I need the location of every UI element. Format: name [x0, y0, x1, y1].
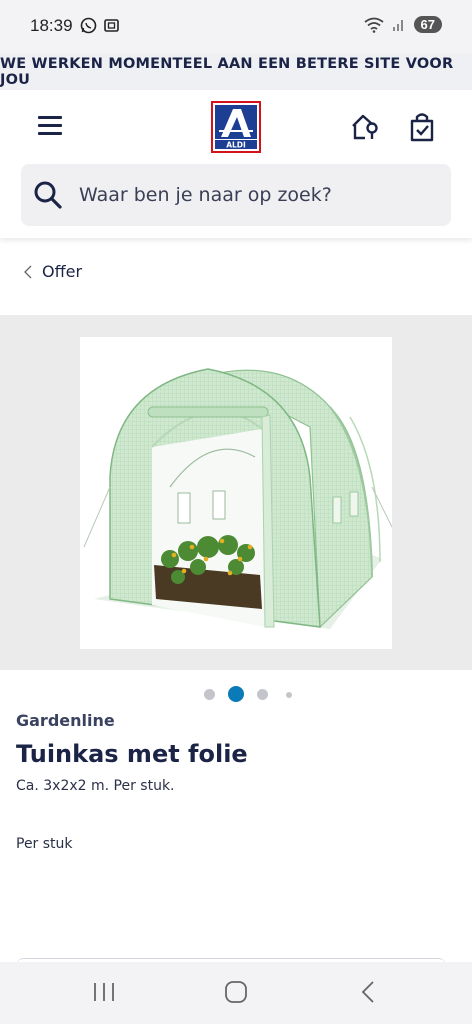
product-unit: Per stuk: [16, 836, 73, 852]
menu-icon[interactable]: [38, 116, 62, 136]
wifi-icon: [363, 17, 384, 33]
carousel-dots: [0, 685, 472, 703]
recents-button[interactable]: [92, 980, 116, 1004]
carousel-dot[interactable]: [286, 691, 292, 698]
carousel-dot[interactable]: [257, 689, 268, 700]
aldi-logo[interactable]: ALDI: [211, 101, 261, 153]
search-bar[interactable]: Waar ben je naar op zoek?: [21, 164, 451, 226]
product-image[interactable]: [80, 337, 392, 649]
product-title: Tuinkas met folie: [16, 740, 248, 768]
store-locator-icon[interactable]: [350, 113, 380, 141]
status-icons: [80, 17, 120, 34]
site-header: ALDI Waar ben je naar op zoek?: [0, 90, 472, 238]
carousel-dot[interactable]: [204, 689, 215, 700]
battery-indicator: 67: [413, 16, 442, 33]
logo-text: ALDI: [226, 141, 246, 150]
product-subtitle: Ca. 3x2x2 m. Per stuk.: [16, 778, 175, 794]
home-button[interactable]: [223, 980, 249, 1004]
status-right: 67: [363, 16, 442, 33]
breadcrumb[interactable]: Offer: [24, 262, 82, 281]
signal-icon: [392, 19, 403, 31]
status-time: 18:39: [30, 16, 73, 35]
product-gallery[interactable]: [0, 315, 472, 670]
notice-banner-text: WE WERKEN MOMENTEEL AAN EEN BETERE SITE …: [0, 56, 454, 88]
back-button[interactable]: [358, 980, 378, 1004]
breadcrumb-label: Offer: [42, 262, 83, 281]
system-nav-bar: [0, 962, 472, 1024]
chevron-left-icon: [24, 265, 32, 278]
whatsapp-icon: [80, 17, 97, 34]
status-bar: 18:39 67: [0, 0, 472, 54]
carousel-dot-active[interactable]: [228, 686, 244, 702]
notice-banner: WE WERKEN MOMENTEEL AAN EEN BETERE SITE …: [0, 54, 472, 90]
product-brand: Gardenline: [16, 711, 115, 730]
screenshot-icon: [104, 19, 119, 32]
search-icon: [34, 181, 62, 209]
search-placeholder: Waar ben je naar op zoek?: [79, 184, 332, 206]
shopping-bag-icon[interactable]: [409, 112, 435, 142]
